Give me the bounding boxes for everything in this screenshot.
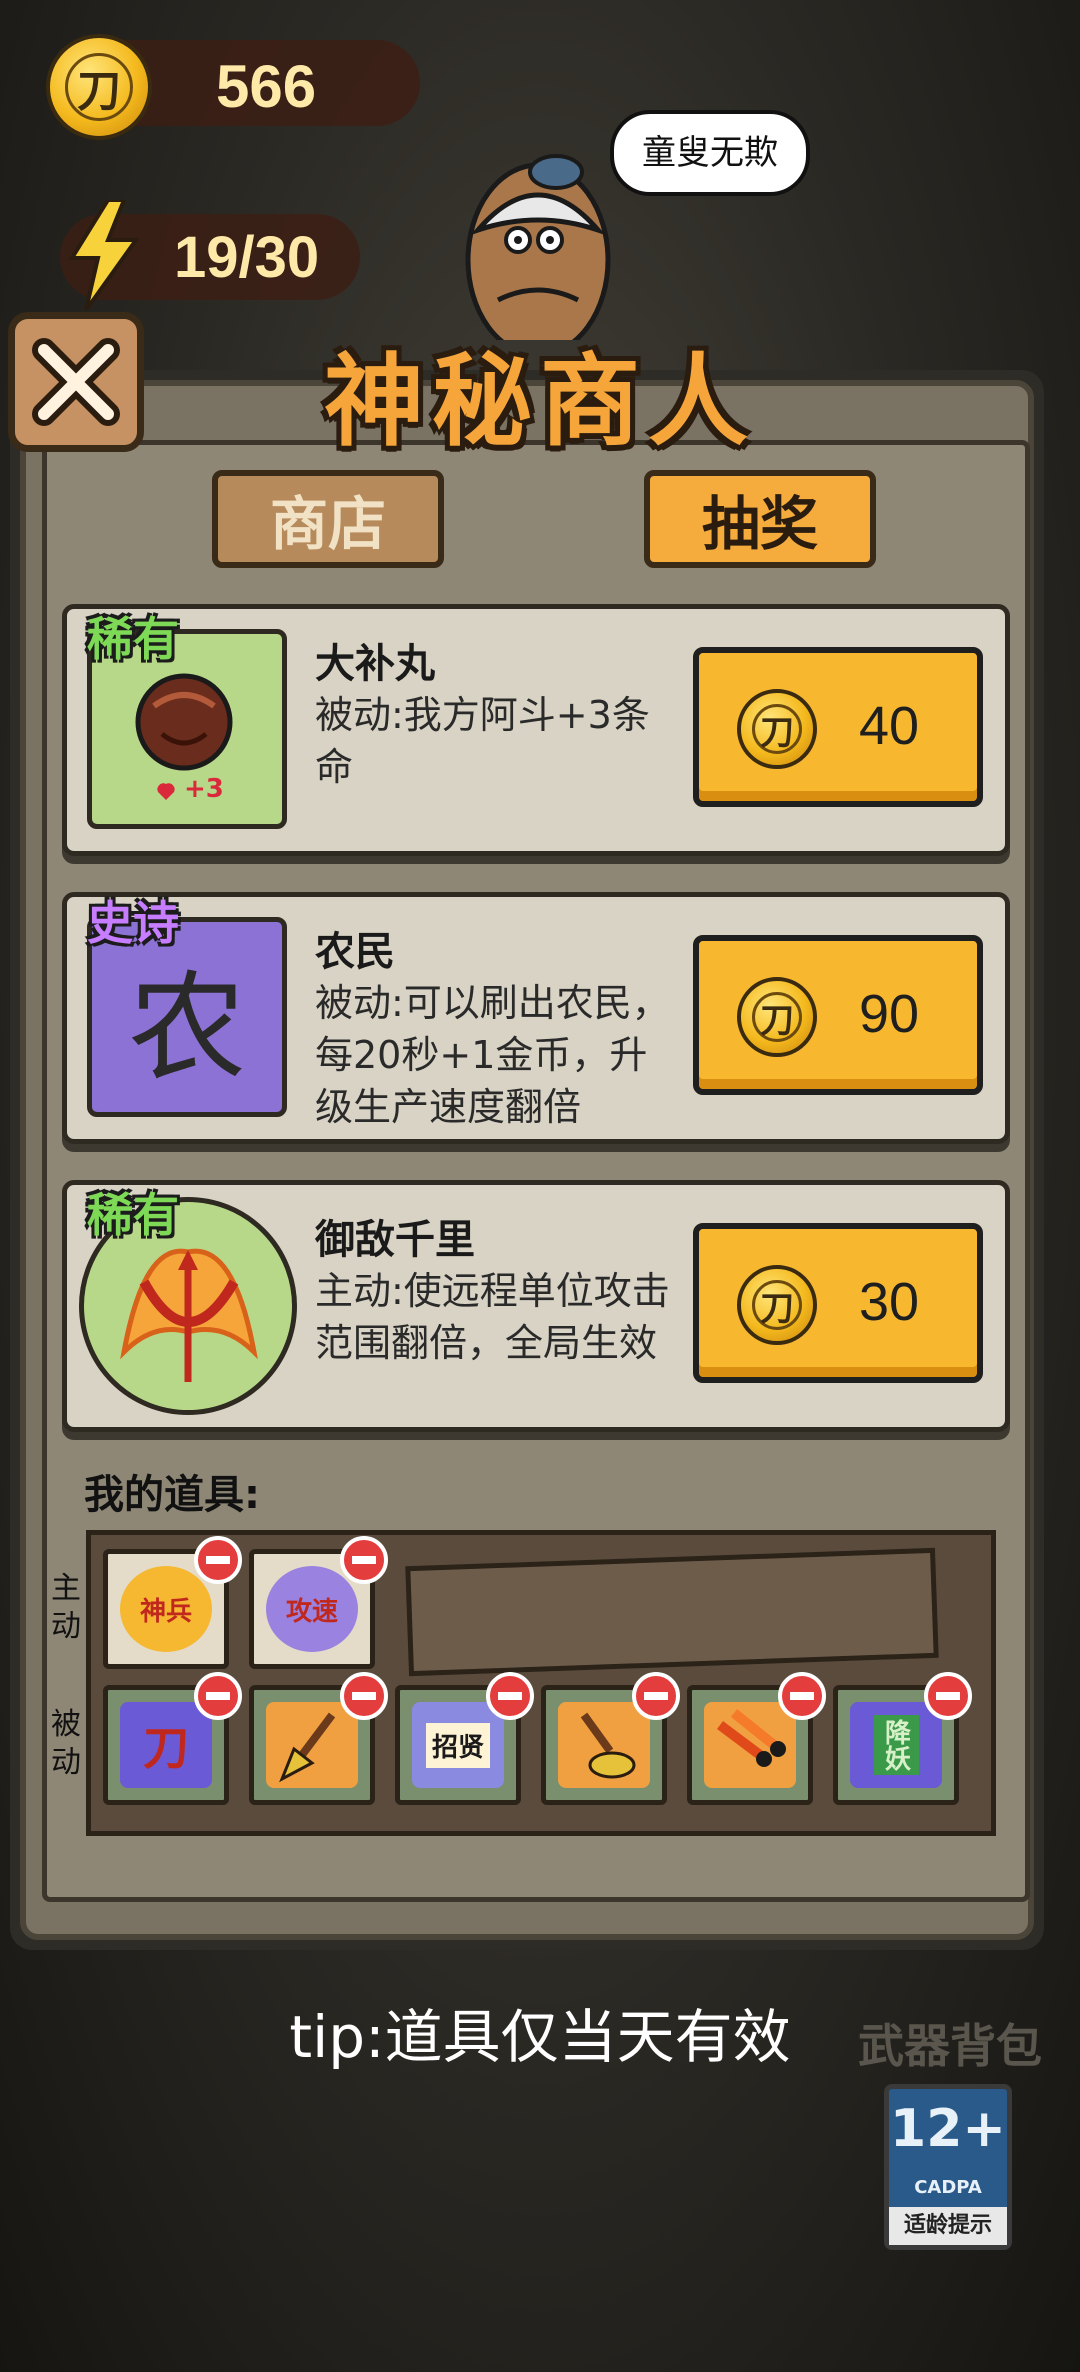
shop-item-card: 稀有 御敌千里 主动:使远程单位攻击范围翻倍，全局生效 刀 30 — [62, 1180, 1010, 1432]
age-rating-org: CADPA — [914, 2177, 982, 2198]
slot-label: 攻速 — [285, 1596, 338, 1627]
remove-item-button[interactable] — [778, 1672, 826, 1720]
slot-label: 刀 — [143, 1721, 189, 1775]
pill-badge: +3 — [184, 774, 224, 804]
demon-seal-icon: 降妖 — [850, 1702, 942, 1788]
age-rating-number: 12+ — [890, 2099, 1006, 2159]
buy-button[interactable]: 刀 30 — [693, 1223, 983, 1383]
age-rating-hint: 适龄提示 — [889, 2207, 1007, 2245]
coin-icon: 刀 — [46, 34, 152, 140]
item-price: 30 — [859, 1272, 920, 1332]
passive-row-label: 被动 — [51, 1707, 81, 1780]
remove-item-button[interactable] — [632, 1672, 680, 1720]
coin-icon: 刀 — [737, 689, 817, 769]
coin-icon: 刀 — [737, 1265, 817, 1345]
slot-label: 降妖 — [873, 1715, 919, 1775]
merchant-speech-bubble: 童叟无欺 — [610, 110, 810, 196]
blade-icon: 刀 — [120, 1702, 212, 1788]
slot-label: 神兵 — [139, 1596, 192, 1627]
tab-lottery[interactable]: 抽奖 — [644, 470, 876, 568]
lightning-icon — [68, 200, 140, 310]
inventory-slot-active[interactable]: 神兵 — [103, 1536, 242, 1669]
item-name: 大补丸 — [315, 641, 435, 687]
tab-shop[interactable]: 商店 — [212, 470, 444, 568]
buy-button[interactable]: 刀 90 — [693, 935, 983, 1095]
item-name: 农民 — [315, 929, 395, 975]
tab-shop-label: 商店 — [269, 490, 386, 558]
attack-speed-icon: 攻速 — [266, 1566, 358, 1652]
inventory-slot-passive[interactable]: 降妖 — [833, 1672, 972, 1805]
energy-amount: 19/30 — [174, 225, 320, 290]
slot-label: 招贤 — [425, 1722, 490, 1768]
locked-slots-plank — [405, 1547, 939, 1677]
dialog-title: 神秘商人 — [324, 343, 756, 460]
inventory-slot-passive[interactable] — [687, 1672, 826, 1805]
remove-item-button[interactable] — [340, 1536, 388, 1584]
close-button[interactable] — [8, 312, 144, 452]
item-description: 被动:可以刷出农民，每20秒+1金币，升级生产速度翻倍 — [315, 981, 670, 1129]
divine-weapon-icon: 神兵 — [120, 1566, 212, 1652]
item-price: 40 — [859, 696, 920, 756]
close-icon — [32, 338, 120, 426]
shop-item-card: 农 史诗 农民 被动:可以刷出农民，每20秒+1金币，升级生产速度翻倍 刀 90 — [62, 892, 1010, 1144]
inventory-slot-active[interactable]: 攻速 — [249, 1536, 388, 1669]
remove-item-button[interactable] — [340, 1672, 388, 1720]
tab-lottery-label: 抽奖 — [701, 490, 818, 558]
fire-arrows-icon — [704, 1702, 796, 1788]
my-items-label: 我的道具: — [84, 1472, 260, 1518]
shovel-icon — [266, 1702, 358, 1788]
rarity-label: 稀有 — [87, 1188, 179, 1242]
inventory-slot-passive[interactable]: 招贤 — [395, 1672, 534, 1805]
item-description: 被动:我方阿斗+3条命 — [315, 693, 650, 789]
remove-item-button[interactable] — [194, 1672, 242, 1720]
remove-item-button[interactable] — [194, 1536, 242, 1584]
remove-item-button[interactable] — [486, 1672, 534, 1720]
coin-amount: 566 — [216, 53, 317, 120]
rarity-label: 稀有 — [87, 612, 179, 666]
inventory-slot-passive[interactable] — [249, 1672, 388, 1805]
shop-item-card: +3 稀有 大补丸 被动:我方阿斗+3条命 刀 40 — [62, 604, 1010, 856]
item-description: 主动:使远程单位攻击范围翻倍，全局生效 — [315, 1269, 670, 1365]
inventory-grid: 神兵 攻速 刀 招贤 降妖 — [86, 1530, 996, 1836]
active-row-label: 主动 — [51, 1571, 81, 1644]
item-price: 90 — [859, 984, 920, 1044]
coin-icon: 刀 — [737, 977, 817, 1057]
remove-item-button[interactable] — [924, 1672, 972, 1720]
rarity-label: 史诗 — [87, 896, 179, 950]
recruit-scroll-icon: 招贤 — [412, 1702, 504, 1788]
buy-button[interactable]: 刀 40 — [693, 647, 983, 807]
inventory-slot-passive[interactable]: 刀 — [103, 1672, 242, 1805]
farmer-glyph: 农 — [127, 958, 246, 1097]
item-name: 御敌千里 — [315, 1217, 475, 1263]
dig-icon — [558, 1702, 650, 1788]
age-rating-badge: 12+ CADPA 适龄提示 — [884, 2084, 1012, 2250]
weapon-bag-button[interactable]: 武器背包 — [858, 2010, 1042, 2076]
inventory-slot-passive[interactable] — [541, 1672, 680, 1805]
